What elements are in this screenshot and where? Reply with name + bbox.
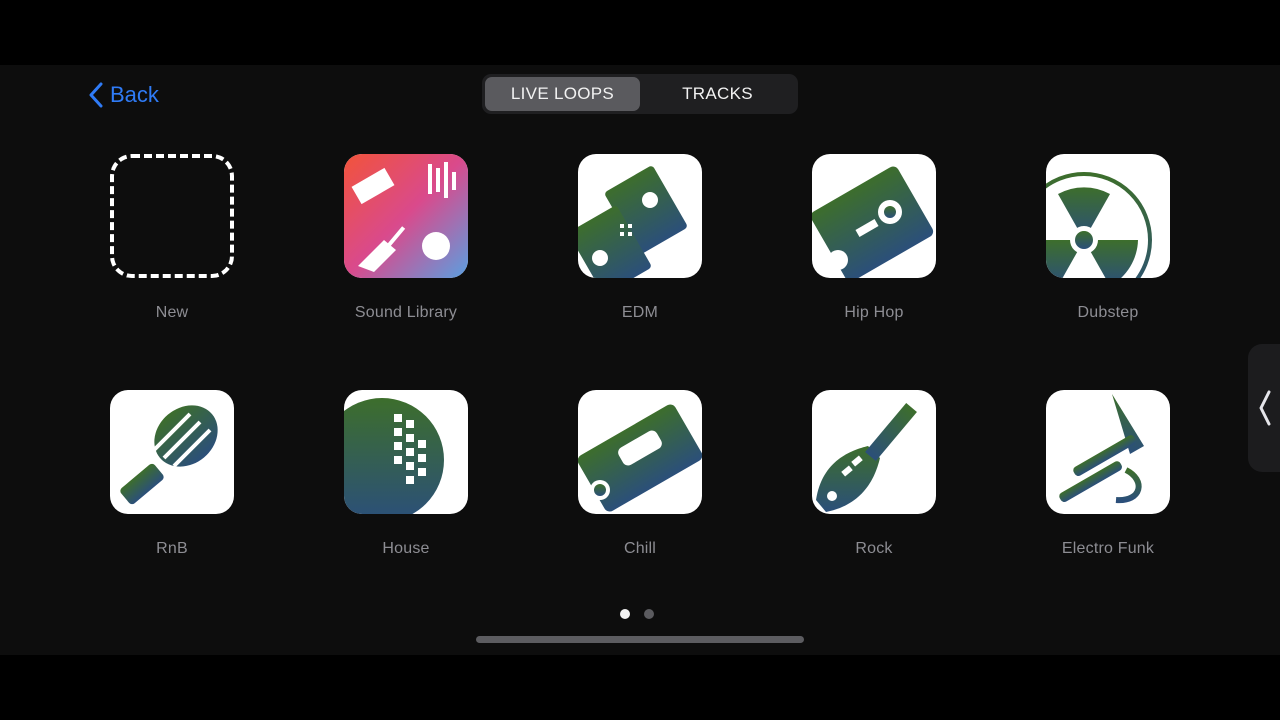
tile-sound-library[interactable]: Sound Library (316, 154, 496, 334)
tile-label: Dubstep (1077, 304, 1139, 321)
tile-label: RnB (156, 540, 188, 557)
back-label: Back (110, 82, 159, 107)
tile-label: Sound Library (354, 304, 458, 321)
tile-dubstep[interactable]: Dubstep (1018, 154, 1198, 334)
tab-tracks[interactable]: TRACKS (640, 77, 795, 111)
tile-rnb[interactable]: RnB (82, 390, 262, 570)
chevron-left-icon (1259, 390, 1271, 426)
tile-label: Electro Funk (1061, 540, 1155, 557)
dubstep-icon (1046, 154, 1170, 278)
tile-new[interactable]: New (82, 154, 262, 334)
tile-label: Rock (855, 540, 893, 557)
new-dashed-icon (110, 154, 234, 278)
disco-ball-icon (344, 390, 468, 514)
tile-label: Hip Hop (844, 304, 904, 321)
tab-live-loops[interactable]: LIVE LOOPS (485, 77, 640, 111)
trumpet-icon (1046, 390, 1170, 514)
tile-hip-hop[interactable]: Hip Hop (784, 154, 964, 334)
mode-segmented-control: LIVE LOOPS TRACKS (482, 74, 798, 114)
tile-label: House (382, 540, 430, 557)
page-indicator (620, 609, 654, 619)
guitar-icon (812, 390, 936, 514)
page-dot-1[interactable] (620, 609, 630, 619)
back-button[interactable]: Back (88, 80, 159, 110)
tile-chill[interactable]: Chill (550, 390, 730, 570)
tile-edm[interactable]: EDM (550, 154, 730, 334)
edm-icon (578, 154, 702, 278)
sidebar-handle[interactable] (1248, 344, 1280, 472)
page-dot-2[interactable] (644, 609, 654, 619)
tile-house[interactable]: House (316, 390, 496, 570)
cassette-icon (578, 390, 702, 514)
microphone-icon (110, 390, 234, 514)
home-indicator[interactable] (476, 636, 804, 643)
tile-label: EDM (621, 304, 659, 321)
sound-library-icon (344, 154, 468, 278)
tile-electro-funk[interactable]: Electro Funk (1018, 390, 1198, 570)
chevron-left-icon (89, 82, 103, 108)
tile-rock[interactable]: Rock (784, 390, 964, 570)
tile-label: New (155, 304, 189, 321)
tile-label: Chill (623, 540, 657, 557)
hip-hop-boombox-icon (812, 154, 936, 278)
